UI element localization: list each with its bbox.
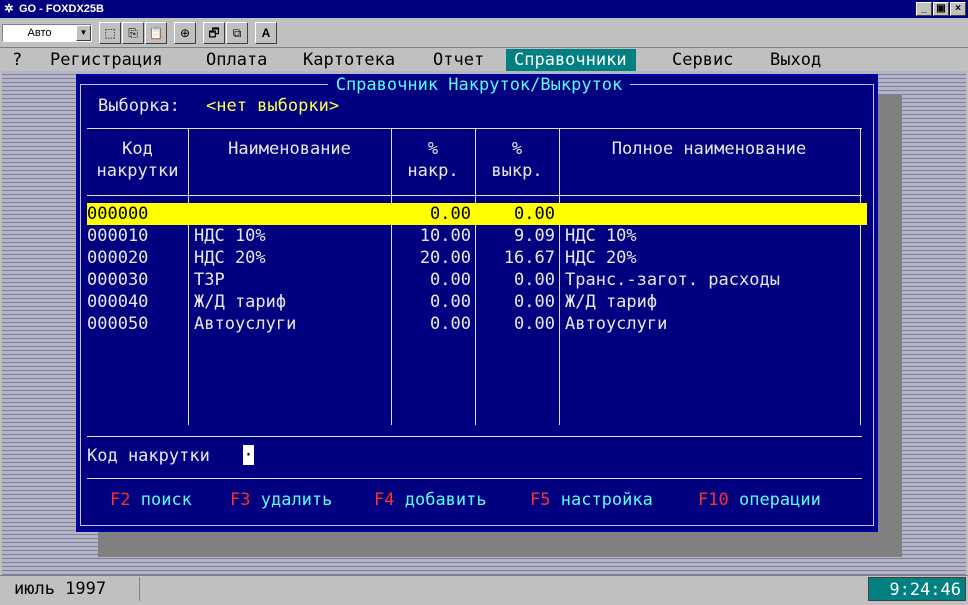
minimize-button[interactable]: _	[916, 2, 932, 16]
header-fullname: Полное наименование	[611, 139, 807, 159]
copy-icon[interactable]: ⎘	[122, 21, 144, 44]
cell-name: НДС 10%	[194, 226, 266, 246]
menu-item-help[interactable]: ?	[4, 49, 31, 71]
cell-markup: 0.00	[430, 314, 471, 334]
menu-bar: ? Регистрация Оплата Картотека Отчет Спр…	[2, 49, 966, 71]
cell-name: Автоуслуги	[194, 314, 297, 334]
table-row[interactable]: 000020 НДС 20% 20.00 16.67 НДС 20%	[87, 247, 867, 269]
status-clock: 9:24:46	[868, 577, 966, 601]
mode-select-value: Авто	[27, 26, 52, 39]
header-markdown: % выкр.	[491, 139, 543, 181]
window-title: GO - FOXDX25B	[19, 3, 104, 15]
table-row[interactable]: 000050 Автоуслуги 0.00 0.00 Автоуслуги	[87, 313, 867, 335]
app-icon[interactable]: ✲	[3, 3, 15, 15]
menu-item-service[interactable]: Сервис	[664, 49, 742, 71]
cell-markdown: 0.00	[514, 204, 555, 224]
hotkey-settings[interactable]: F5 настройка	[530, 489, 653, 511]
mode-select[interactable]: Авто ▼	[2, 23, 92, 42]
window-controls: _ ▣ ×	[916, 2, 966, 16]
filter-label: Выборка:	[98, 96, 180, 116]
table-row[interactable]: 000040 Ж/Д тариф 0.00 0.00 Ж/Д тариф	[87, 291, 867, 313]
cell-markdown: 0.00	[514, 292, 555, 312]
font-icon[interactable]: A	[255, 21, 277, 44]
cell-markup: 0.00	[430, 292, 471, 312]
code-input[interactable]: ·	[243, 445, 254, 467]
filter-value[interactable]: <нет выборки>	[206, 95, 339, 117]
cell-fullname: НДС 10%	[565, 226, 637, 246]
cell-fullname: НДС 20%	[565, 248, 637, 268]
menu-item-payment[interactable]: Оплата	[198, 49, 276, 71]
hotkey-operations[interactable]: F10 операции	[698, 489, 821, 511]
cell-markup: 20.00	[419, 248, 471, 268]
header-name: Наименование	[228, 139, 351, 159]
menu-item-registration[interactable]: Регистрация	[42, 49, 172, 71]
cell-name: ТЗР	[194, 270, 225, 290]
table-row[interactable]: 000010 НДС 10% 10.00 9.09 НДС 10%	[87, 225, 867, 247]
cell-code: 000030	[87, 270, 149, 290]
cell-fullname: Автоуслуги	[565, 314, 668, 334]
cell-markup: 0.00	[430, 270, 471, 290]
cell-code: 000040	[87, 292, 149, 312]
close-button[interactable]: ×	[950, 2, 966, 16]
title-bar: ✲ GO - FOXDX25B _ ▣ ×	[0, 0, 968, 18]
input-separator	[87, 436, 862, 437]
hotkey-separator	[87, 478, 862, 479]
table-row[interactable]: 000000 0.00 0.00	[87, 203, 867, 225]
cell-markdown: 9.09	[514, 226, 555, 246]
header-code: Код накрутки	[96, 139, 179, 181]
menu-item-references[interactable]: Справочники	[506, 49, 636, 71]
cell-name: Ж/Д тариф	[194, 292, 287, 312]
code-input-value: ·	[243, 445, 254, 465]
markup-reference-dialog: Справочник Накруток/Выкруток Выборка: <н…	[76, 74, 878, 532]
hotkey-search[interactable]: F2 поиск	[110, 489, 192, 511]
cell-markup: 10.00	[419, 226, 471, 246]
chevron-down-icon[interactable]: ▼	[76, 24, 91, 41]
cell-code: 000020	[87, 248, 149, 268]
properties-icon[interactable]: 🗗	[203, 21, 225, 44]
cell-fullname: Ж/Д тариф	[565, 292, 658, 312]
header-markup: % накр.	[407, 139, 459, 181]
status-date: июль 1997	[2, 577, 140, 601]
dialog-title-wrap: Справочник Накруток/Выкруток	[78, 75, 880, 95]
code-input-label: Код накрутки	[87, 446, 210, 466]
maximize-button[interactable]: ▣	[933, 2, 949, 16]
cell-code: 000050	[87, 314, 149, 334]
dialog-title: Справочник Накруток/Выкруток	[327, 75, 631, 95]
cell-code: 000010	[87, 226, 149, 246]
cell-markdown: 0.00	[514, 270, 555, 290]
cell-code: 000000	[87, 204, 149, 224]
background-icon[interactable]: ⧉	[226, 21, 248, 44]
cell-fullname: Транс.-загот. расходы	[565, 270, 780, 290]
toolbar: Авто ▼ ⬚ ⎘ 📋 ⊕ 🗗 ⧉ A	[0, 18, 968, 48]
select-icon[interactable]: ⬚	[99, 21, 121, 44]
fullscreen-icon[interactable]: ⊕	[174, 21, 196, 44]
menu-item-report[interactable]: Отчет	[425, 49, 493, 71]
cell-markup: 0.00	[430, 204, 471, 224]
hotkey-add[interactable]: F4 добавить	[374, 489, 487, 511]
status-bar: июль 1997 9:24:46	[0, 575, 968, 605]
menu-item-exit[interactable]: Выход	[762, 49, 830, 71]
paste-icon[interactable]: 📋	[145, 21, 167, 44]
hotkey-delete[interactable]: F3 удалить	[230, 489, 332, 511]
table-row[interactable]: 000030 ТЗР 0.00 0.00 Транс.-загот. расхо…	[87, 269, 867, 291]
cell-markdown: 0.00	[514, 314, 555, 334]
cell-name: НДС 20%	[194, 248, 266, 268]
menu-item-card-index[interactable]: Картотека	[295, 49, 404, 71]
cell-markdown: 16.67	[503, 248, 555, 268]
